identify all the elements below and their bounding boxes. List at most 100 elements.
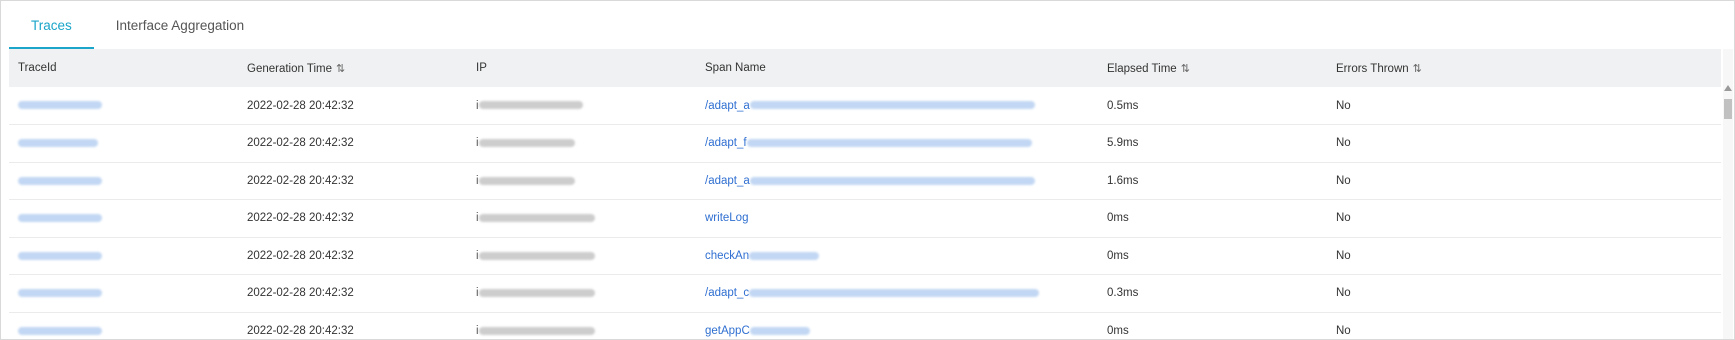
- ip-redacted: [478, 251, 595, 260]
- ip-cell: i: [467, 125, 696, 163]
- generation-time-cell: 2022-02-28 20:42:32: [238, 275, 467, 313]
- span-name-redacted: [746, 139, 1032, 148]
- table-row[interactable]: 2022-02-28 20:42:32 i/adapt_f 5.9ms No: [9, 125, 1721, 163]
- ip-cell: i: [467, 312, 696, 339]
- ip-cell: i: [467, 237, 696, 275]
- vertical-scrollbar[interactable]: [1723, 49, 1733, 339]
- elapsed-time: 0.3ms: [1107, 287, 1139, 300]
- ip-redacted: [478, 214, 595, 223]
- table-row[interactable]: 2022-02-28 20:42:32 i/adapt_a 1.6ms No: [9, 162, 1721, 200]
- sort-icon[interactable]: ⇅: [336, 62, 345, 75]
- elapsed-time-cell: 0.3ms: [1098, 275, 1327, 313]
- generation-time-cell: 2022-02-28 20:42:32: [238, 237, 467, 275]
- table-row[interactable]: 2022-02-28 20:42:32 i getAppC 0ms No: [9, 312, 1721, 339]
- elapsed-time-cell: 0ms: [1098, 200, 1327, 238]
- traceid-cell[interactable]: [9, 312, 238, 339]
- generation-time-cell: 2022-02-28 20:42:32: [238, 125, 467, 163]
- errors-thrown: No: [1336, 99, 1351, 112]
- ip-redacted: [478, 139, 575, 148]
- errors-thrown-cell: No: [1327, 125, 1721, 163]
- column-header-span-name: Span Name: [705, 62, 766, 74]
- traceid-link[interactable]: [18, 139, 98, 148]
- span-name-link[interactable]: /adapt_a: [705, 175, 750, 187]
- column-header-generation-time[interactable]: Generation Time ⇅: [238, 49, 467, 87]
- column-header-traceid: TraceId: [18, 62, 57, 74]
- traceid-cell[interactable]: [9, 162, 238, 200]
- generation-time-cell: 2022-02-28 20:42:32: [238, 87, 467, 125]
- column-header-ip: IP: [476, 62, 487, 74]
- traceid-cell[interactable]: [9, 237, 238, 275]
- traceid-cell[interactable]: [9, 275, 238, 313]
- traceid-cell[interactable]: [9, 125, 238, 163]
- span-name-cell[interactable]: /adapt_a: [696, 87, 1098, 125]
- ip-cell: i: [467, 275, 696, 313]
- span-name-link[interactable]: getAppC: [705, 325, 750, 337]
- column-header-errors-thrown[interactable]: Errors Thrown ⇅: [1327, 49, 1721, 87]
- elapsed-time-cell: 0ms: [1098, 312, 1327, 339]
- generation-time: 2022-02-28 20:42:32: [247, 99, 354, 112]
- generation-time: 2022-02-28 20:42:32: [247, 212, 354, 225]
- generation-time-cell: 2022-02-28 20:42:32: [238, 312, 467, 339]
- span-name-cell[interactable]: /adapt_f: [696, 125, 1098, 163]
- table-row[interactable]: 2022-02-28 20:42:32 i/adapt_a 0.5ms No: [9, 87, 1721, 125]
- errors-thrown: No: [1336, 212, 1351, 225]
- generation-time-cell: 2022-02-28 20:42:32: [238, 162, 467, 200]
- traceid-link[interactable]: [18, 326, 102, 335]
- table-row[interactable]: 2022-02-28 20:42:32 i writeLog 0ms No: [9, 200, 1721, 238]
- traceid-link[interactable]: [18, 251, 102, 260]
- traces-panel: Traces Interface Aggregation TraceId Gen…: [0, 0, 1735, 340]
- traceid-cell[interactable]: [9, 200, 238, 238]
- ip-cell: i: [467, 87, 696, 125]
- errors-thrown: No: [1336, 324, 1351, 337]
- traceid-cell[interactable]: [9, 87, 238, 125]
- elapsed-time: 0ms: [1107, 212, 1129, 225]
- traceid-link[interactable]: [18, 176, 102, 185]
- column-header-elapsed-time[interactable]: Elapsed Time ⇅: [1098, 49, 1327, 87]
- errors-thrown-cell: No: [1327, 237, 1721, 275]
- elapsed-time-cell: 5.9ms: [1098, 125, 1327, 163]
- generation-time: 2022-02-28 20:42:32: [247, 249, 354, 262]
- span-name-redacted: [749, 326, 810, 335]
- generation-time: 2022-02-28 20:42:32: [247, 137, 354, 150]
- span-name-link[interactable]: writeLog: [705, 212, 748, 224]
- scroll-up-arrow-icon[interactable]: [1724, 85, 1732, 91]
- table-row[interactable]: 2022-02-28 20:42:32 i checkAn 0ms No: [9, 237, 1721, 275]
- elapsed-time: 0ms: [1107, 324, 1129, 337]
- generation-time: 2022-02-28 20:42:32: [247, 324, 354, 337]
- span-name-link[interactable]: /adapt_c: [705, 287, 749, 299]
- tab-interface-aggregation[interactable]: Interface Aggregation: [94, 1, 266, 49]
- errors-thrown: No: [1336, 249, 1351, 262]
- span-name-redacted: [749, 176, 1035, 185]
- traceid-link[interactable]: [18, 214, 102, 223]
- ip-cell: i: [467, 162, 696, 200]
- errors-thrown-cell: No: [1327, 200, 1721, 238]
- traceid-link[interactable]: [18, 101, 102, 110]
- errors-thrown: No: [1336, 174, 1351, 187]
- span-name-cell[interactable]: getAppC: [696, 312, 1098, 339]
- span-name-link[interactable]: /adapt_a: [705, 100, 750, 112]
- span-name-link[interactable]: checkAn: [705, 250, 749, 262]
- sort-icon[interactable]: ⇅: [1413, 62, 1422, 75]
- traceid-link[interactable]: [18, 289, 102, 298]
- scroll-thumb[interactable]: [1724, 99, 1732, 119]
- elapsed-time: 5.9ms: [1107, 137, 1139, 150]
- generation-time: 2022-02-28 20:42:32: [247, 174, 354, 187]
- elapsed-time-cell: 0ms: [1098, 237, 1327, 275]
- span-name-cell[interactable]: /adapt_a: [696, 162, 1098, 200]
- span-name-redacted: [749, 101, 1035, 110]
- span-name-link[interactable]: /adapt_f: [705, 137, 747, 149]
- span-name-cell[interactable]: writeLog: [696, 200, 1098, 238]
- table-header-row: TraceId Generation Time ⇅ IP Span Name El…: [9, 49, 1721, 87]
- errors-thrown-cell: No: [1327, 312, 1721, 339]
- sort-icon[interactable]: ⇅: [1181, 62, 1190, 75]
- tab-traces[interactable]: Traces: [9, 1, 94, 49]
- ip-redacted: [478, 101, 583, 110]
- span-name-cell[interactable]: /adapt_c: [696, 275, 1098, 313]
- table-row[interactable]: 2022-02-28 20:42:32 i/adapt_c 0.3ms No: [9, 275, 1721, 313]
- ip-redacted: [478, 326, 595, 335]
- ip-redacted: [478, 289, 595, 298]
- errors-thrown-cell: No: [1327, 87, 1721, 125]
- span-name-cell[interactable]: checkAn: [696, 237, 1098, 275]
- errors-thrown: No: [1336, 137, 1351, 150]
- errors-thrown-cell: No: [1327, 162, 1721, 200]
